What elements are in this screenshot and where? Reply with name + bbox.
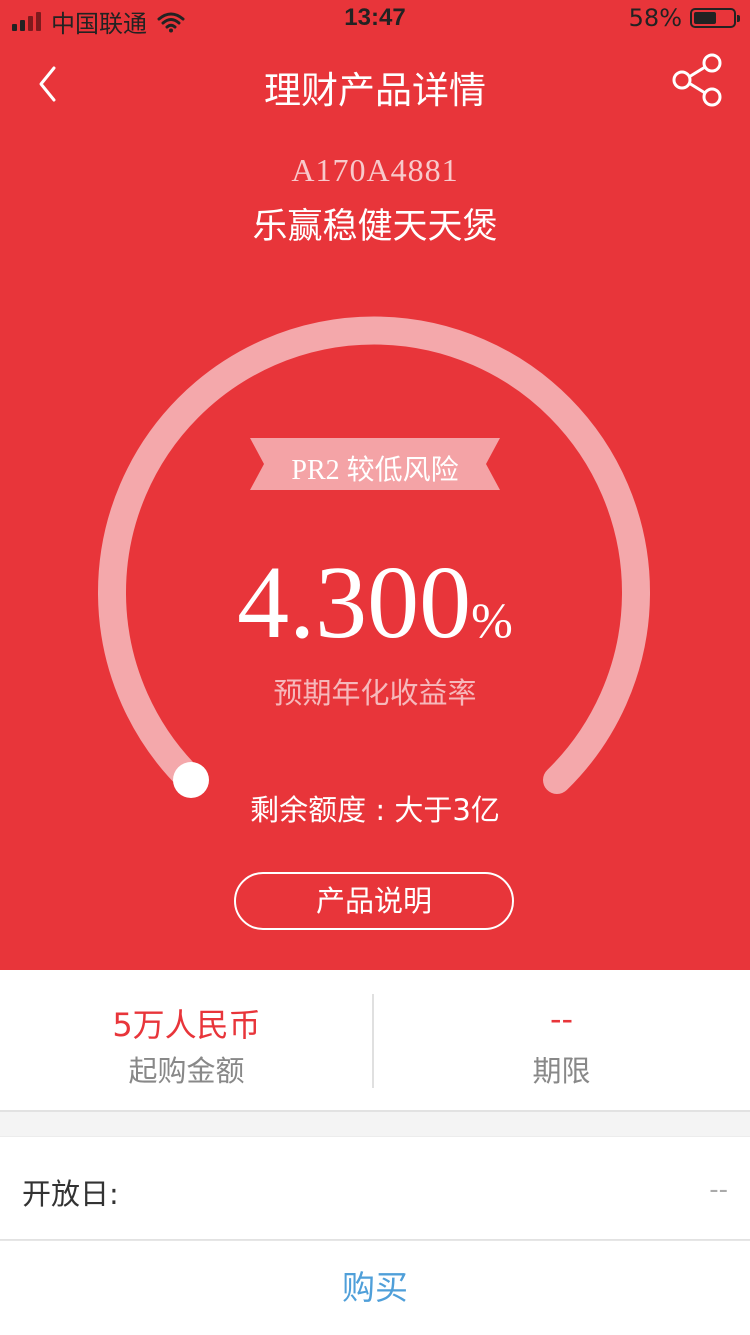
page-title: 理财产品详情 [264, 69, 486, 112]
product-description-button[interactable]: 产品说明 [234, 872, 514, 930]
product-code: A170A4881 [291, 152, 459, 188]
battery-percent: 58% [628, 4, 682, 32]
battery-fill [694, 12, 716, 24]
term-label: 期限 [532, 1054, 591, 1088]
status-bar: 中国联通 13:47 58% [0, 0, 750, 40]
buy-bar: 购买 [0, 1240, 750, 1335]
expected-yield: 4.300% [0, 548, 750, 658]
battery-icon [690, 8, 740, 28]
share-button[interactable] [666, 50, 726, 110]
remaining-quota: 剩余额度 : 大于3亿 [250, 793, 500, 827]
yield-unit: % [471, 592, 513, 648]
yield-label: 预期年化收益率 [273, 676, 477, 710]
term-value: -- [549, 1000, 574, 1038]
risk-label: PR2 较低风险 [291, 455, 459, 486]
min-amount: 5万人民币 起购金额 [0, 970, 373, 1110]
min-amount-label: 起购金额 [128, 1054, 245, 1088]
min-amount-value: 5万人民币 [112, 1006, 261, 1044]
term: -- 期限 [375, 970, 748, 1110]
open-day-label: 开放日: [22, 1177, 119, 1211]
status-right: 58% [628, 4, 740, 32]
product-name: 乐赢稳健天天煲 [252, 207, 498, 247]
buy-button[interactable]: 购买 [0, 1241, 750, 1335]
open-day-row: 开放日: -- [0, 1136, 750, 1241]
navbar: 理财产品详情 [0, 40, 750, 128]
share-icon [672, 53, 722, 107]
yield-value: 4.300 [237, 545, 472, 660]
risk-badge: PR2 较低风险 [250, 438, 500, 490]
product-info-row: 5万人民币 起购金额 -- 期限 [0, 970, 750, 1112]
open-day-value: -- [709, 1175, 728, 1205]
info-divider [372, 994, 374, 1088]
